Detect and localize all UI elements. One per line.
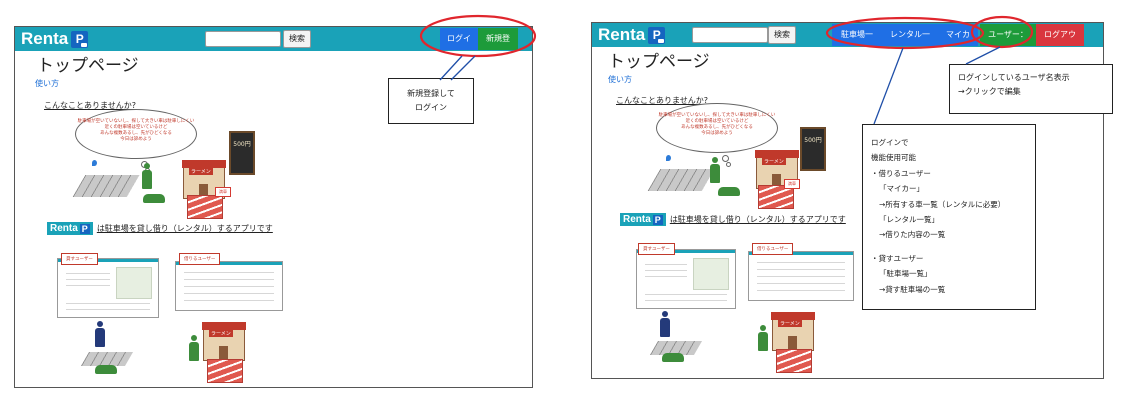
highlight-ellipse <box>419 14 537 58</box>
annotation-overlay <box>419 14 1034 125</box>
pointer-line <box>873 47 904 125</box>
pointer-line <box>450 55 476 81</box>
pointer-line <box>439 55 463 81</box>
highlight-ellipse <box>970 15 1034 49</box>
pointer-line <box>965 46 1001 65</box>
highlight-ellipse <box>825 16 985 50</box>
